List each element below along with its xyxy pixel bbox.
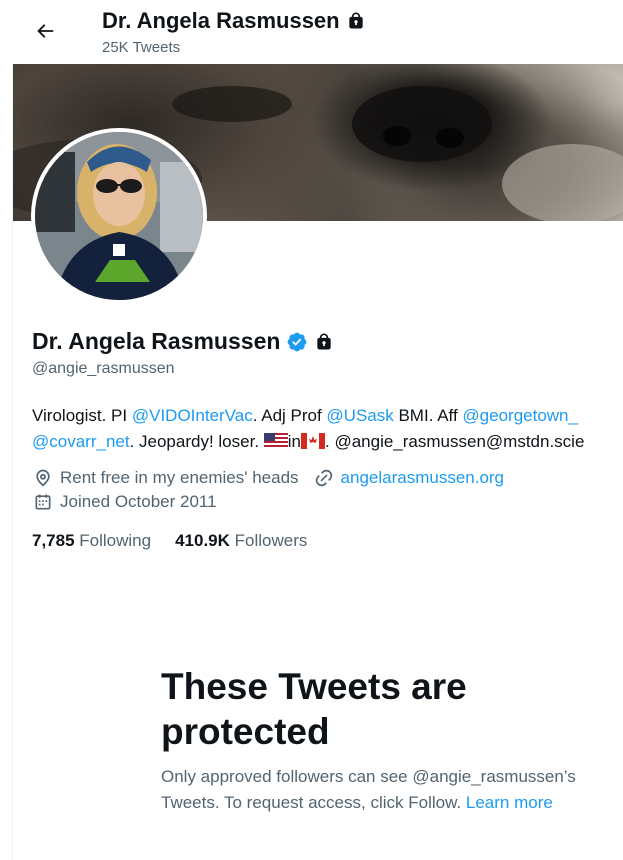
arrow-left-icon	[37, 24, 54, 38]
bio-mention-link[interactable]: @USask	[326, 406, 393, 425]
link-icon	[313, 467, 335, 489]
protected-title: These Tweets are protected	[161, 666, 467, 752]
bio-text: BMI. Aff	[393, 406, 463, 425]
profile-joined-row: Joined October 2011	[32, 491, 217, 513]
verified-badge-icon	[288, 332, 307, 351]
us-flag-icon	[263, 433, 288, 449]
bio-line: Virologist. PI @VIDOInterVac. Adj Prof @…	[32, 403, 623, 429]
bio-text: Virologist. PI	[32, 406, 132, 425]
lock-icon	[317, 332, 332, 349]
profile-website-link[interactable]: angelarasmussen.org	[341, 468, 504, 488]
bio-text: . @angie_rasmussen@mstdn.scie	[325, 432, 585, 451]
calendar-icon	[32, 491, 54, 513]
location-pin-icon	[32, 467, 54, 489]
following-link[interactable]: 7,785 Following	[32, 531, 151, 551]
lock-icon	[348, 12, 363, 29]
followers-label: Followers	[234, 531, 308, 550]
canada-flag-icon	[301, 433, 325, 449]
following-label: Following	[79, 531, 152, 550]
profile-avatar[interactable]	[31, 128, 207, 304]
profile-joined-date: Joined October 2011	[60, 492, 217, 511]
profile-display-name: Dr. Angela Rasmussen	[32, 328, 281, 354]
bio-text: . Jeopardy! loser.	[129, 432, 264, 451]
avatar-photo	[35, 132, 203, 300]
left-rail	[0, 0, 13, 860]
bio-mention-link[interactable]: @covarr_net	[32, 432, 130, 451]
learn-more-link[interactable]: Learn more	[466, 793, 553, 812]
tweet-count: 25K Tweets	[102, 39, 181, 56]
profile-stats: 7,785 Following 410.9K Followers	[32, 531, 307, 551]
header-name: Dr. Angela Rasmussen	[102, 8, 340, 33]
followers-link[interactable]: 410.9K Followers	[175, 531, 307, 551]
profile-meta-row: Rent free in my enemies' heads angelaras…	[32, 467, 504, 489]
protected-message: Only approved followers can see @angie_r…	[161, 764, 611, 816]
profile-name-row: Dr. Angela Rasmussen	[32, 328, 334, 355]
bio-text: . Adj Prof	[252, 406, 327, 425]
bio-mention-link[interactable]: @georgetown_	[462, 406, 578, 425]
following-count: 7,785	[32, 531, 75, 550]
bio-mention-link[interactable]: @VIDOInterVac	[132, 406, 253, 425]
back-button[interactable]	[32, 14, 58, 48]
bio-text: in	[287, 432, 301, 451]
profile-handle: @angie_rasmussen	[32, 360, 175, 377]
profile-header-bar: Dr. Angela Rasmussen 25K Tweets	[12, 0, 623, 64]
profile-location: Rent free in my enemies' heads	[60, 468, 299, 487]
followers-count: 410.9K	[175, 531, 230, 550]
bio-line: @covarr_net. Jeopardy! loser. in . @angie…	[32, 429, 623, 455]
header-title: Dr. Angela Rasmussen	[102, 8, 366, 34]
profile-bio: Virologist. PI @VIDOInterVac. Adj Prof @…	[32, 403, 623, 455]
